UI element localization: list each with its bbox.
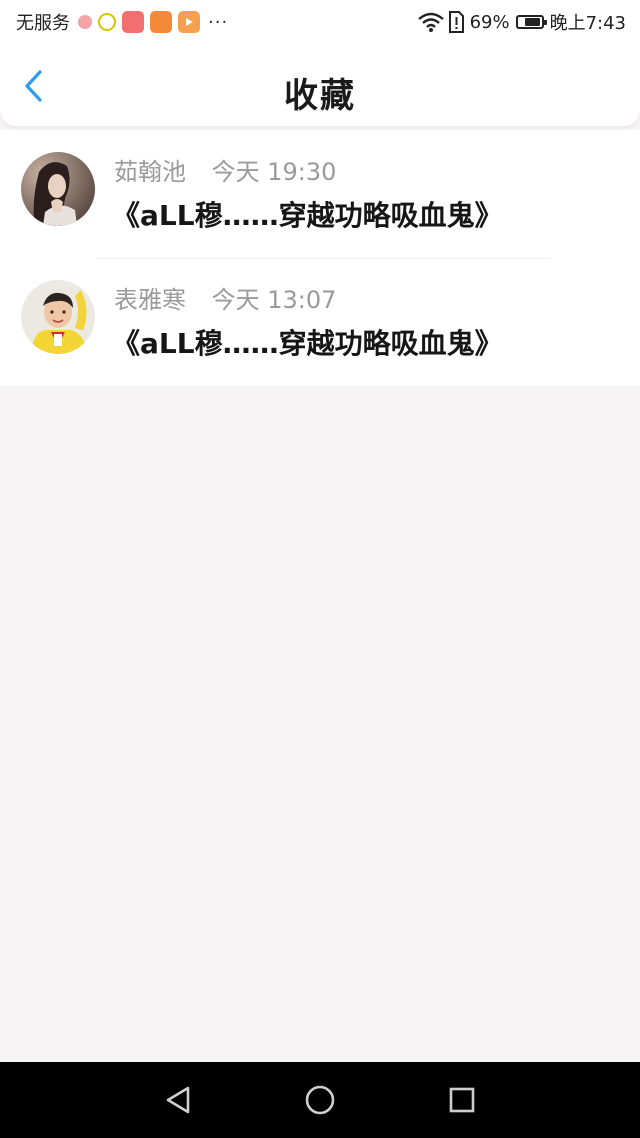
avatar[interactable] — [21, 152, 95, 226]
more-notifications: ··· — [208, 11, 229, 33]
page-header: 收藏 — [0, 44, 640, 126]
app-red-icon — [122, 11, 144, 33]
item-meta: 茹翰池 今天 19:30 — [114, 152, 336, 187]
nav-recents-button[interactable] — [442, 1080, 482, 1120]
list-item[interactable]: 表雅寒 今天 13:07 《aLL穆……穿越功略吸血鬼》 — [0, 258, 640, 386]
app-badge-icon — [78, 15, 92, 29]
avatar-girl-icon — [21, 152, 95, 226]
battery-icon — [515, 15, 547, 29]
item-title: 《aLL穆……穿越功略吸血鬼》 — [112, 199, 503, 232]
list-item[interactable]: 茹翰池 今天 19:30 《aLL穆……穿越功略吸血鬼》 — [0, 130, 640, 258]
triangle-back-icon — [166, 1086, 190, 1114]
sim-alert-icon — [448, 11, 464, 33]
item-title: 《aLL穆……穿越功略吸血鬼》 — [112, 327, 503, 360]
nav-back-button[interactable] — [158, 1080, 198, 1120]
wifi-icon — [417, 12, 444, 32]
favorites-list: 茹翰池 今天 19:30 《aLL穆……穿越功略吸血鬼》 表雅寒 今天 13:0… — [0, 130, 640, 386]
page-title: 收藏 — [284, 76, 356, 116]
app-bookmark-icon — [150, 11, 172, 33]
battery-fill — [524, 18, 540, 26]
avatar-boy-icon — [21, 280, 95, 354]
battery-percent: 69% — [469, 11, 510, 33]
square-recents-icon — [449, 1087, 475, 1113]
clock: 晚上7:43 — [549, 13, 626, 34]
status-left: 无服务 ··· — [16, 9, 228, 35]
system-nav-bar — [0, 1062, 640, 1138]
app-bird-icon — [98, 13, 116, 31]
author-name: 茹翰池 — [114, 158, 186, 186]
carrier-label: 无服务 — [16, 13, 70, 34]
timestamp: 今天 13:07 — [211, 286, 337, 314]
timestamp: 今天 19:30 — [211, 158, 337, 186]
avatar[interactable] — [21, 280, 95, 354]
status-right: 69% 晚上7:43 — [417, 9, 626, 35]
nav-home-button[interactable] — [300, 1080, 340, 1120]
app-play-icon — [178, 11, 200, 33]
author-name: 表雅寒 — [114, 286, 186, 314]
favorites-screen: 无服务 ··· 69% 晚上7:43 收藏 茹翰池 今天 19:30 《aLL穆… — [0, 0, 640, 1138]
item-meta: 表雅寒 今天 13:07 — [114, 280, 336, 315]
circle-home-icon — [305, 1085, 335, 1115]
status-bar: 无服务 ··· 69% 晚上7:43 — [0, 0, 640, 44]
